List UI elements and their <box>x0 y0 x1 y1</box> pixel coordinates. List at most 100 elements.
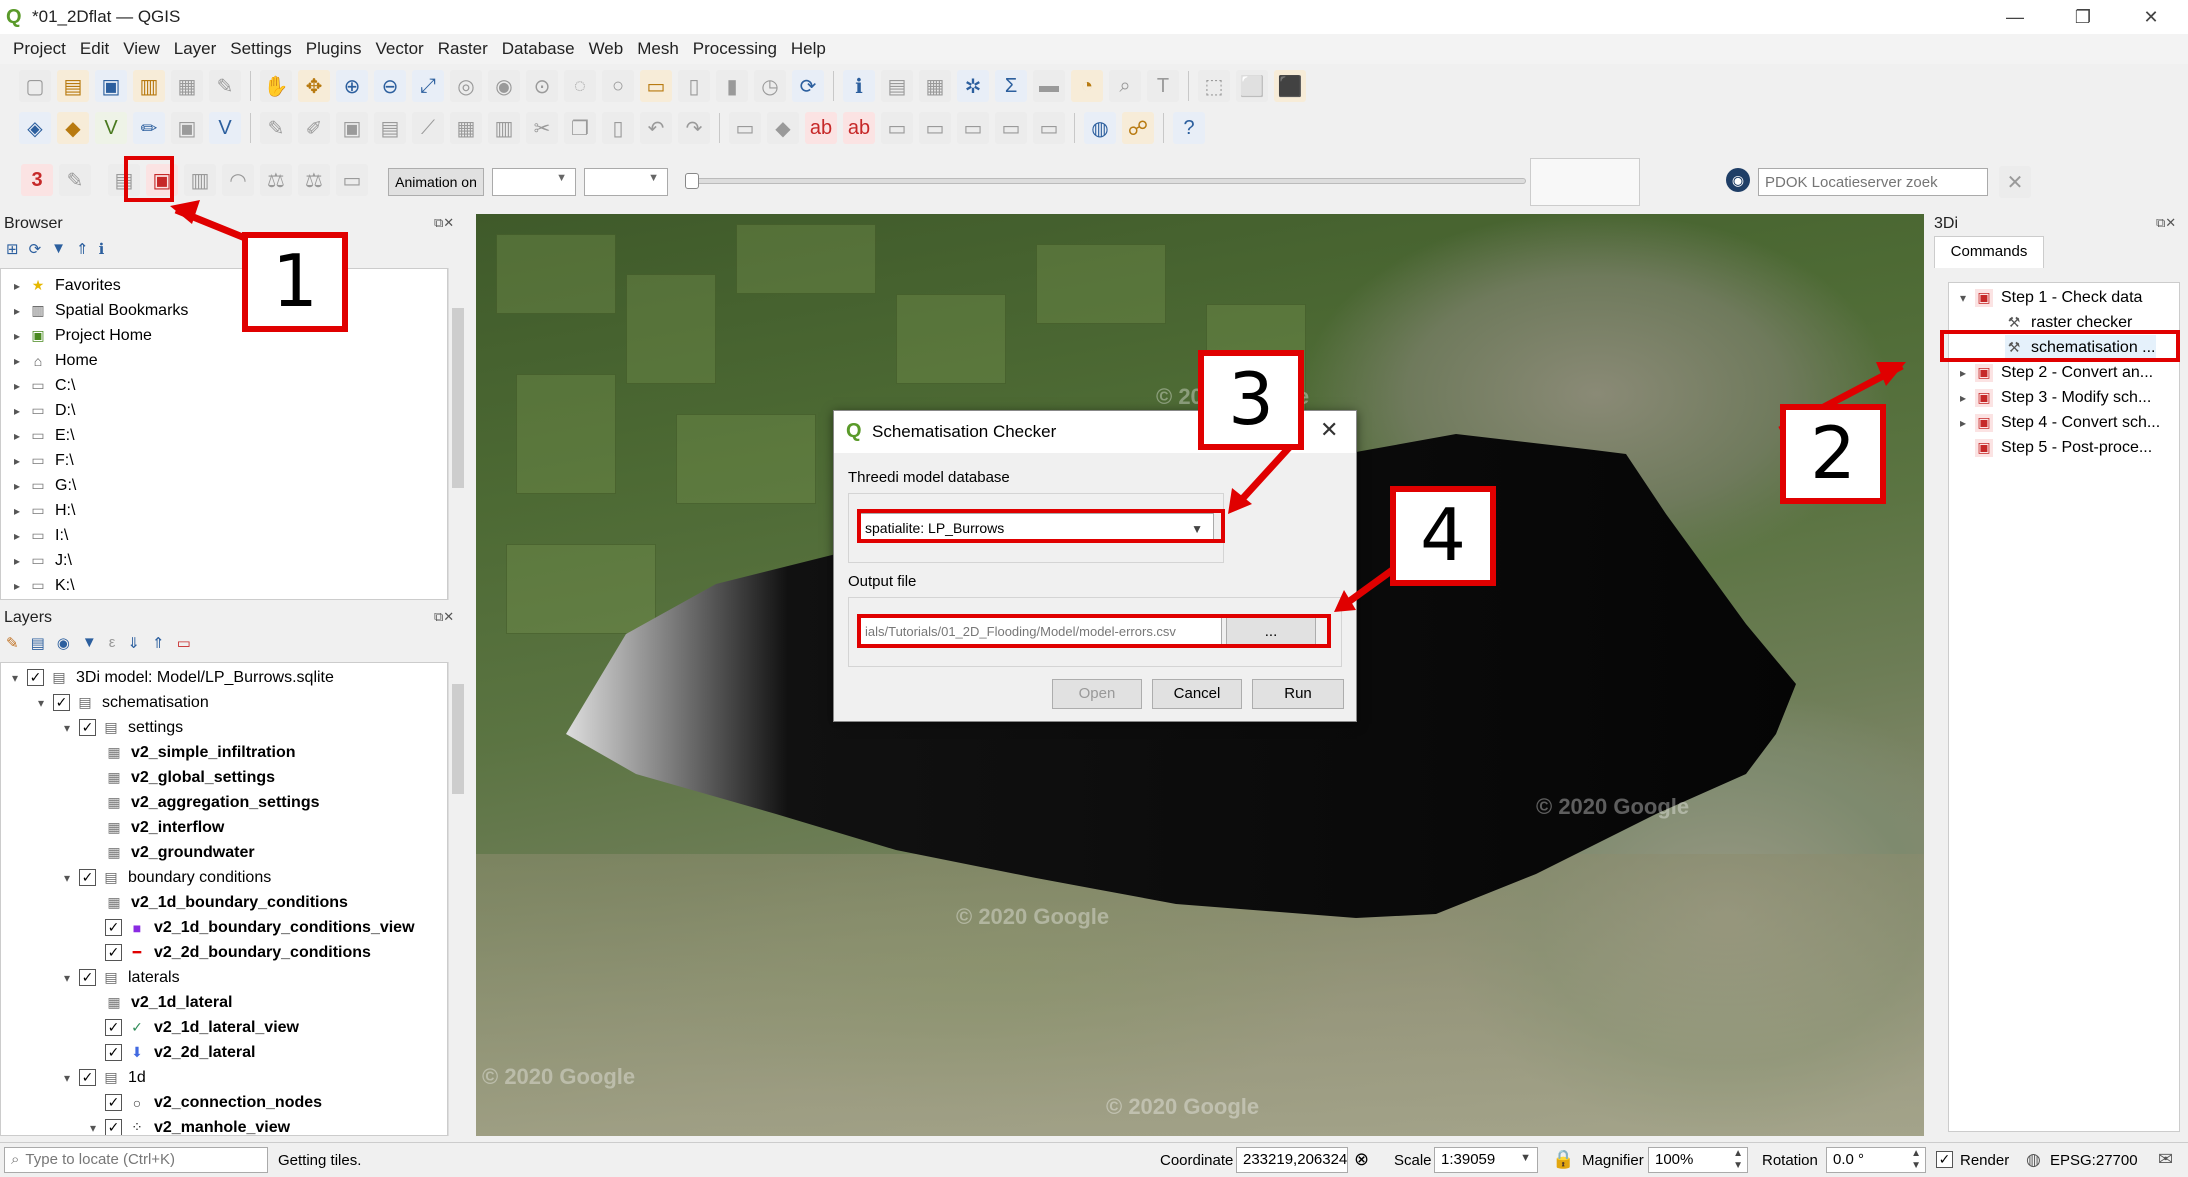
label-tool-icon[interactable]: ▭ <box>729 112 761 144</box>
new-project-icon[interactable]: ▢ <box>19 70 51 102</box>
collapse-arrow-icon[interactable]: ▾ <box>59 871 75 885</box>
open-button[interactable]: Open <box>1052 679 1142 709</box>
magnifier-field[interactable]: 100% ▲ ▼ <box>1648 1147 1748 1173</box>
render-checkbox[interactable]: ✓ <box>1936 1151 1953 1168</box>
run-button[interactable]: Run <box>1252 679 1344 709</box>
expand-arrow-icon[interactable]: ▸ <box>9 429 25 443</box>
open-project-icon[interactable]: ▤ <box>57 70 89 102</box>
locator-input[interactable]: ⌕ Type to locate (Ctrl+K) <box>4 1147 268 1173</box>
expand-arrow-icon[interactable]: ▸ <box>9 529 25 543</box>
measure-icon[interactable]: ▬ <box>1033 70 1065 102</box>
browser-item-drive[interactable]: ▸ ▭ C:\ <box>9 373 75 398</box>
zoom-out-icon[interactable]: ⊖ <box>374 70 406 102</box>
expand-arrow-icon[interactable]: ▸ <box>9 579 25 593</box>
new-map-view-icon[interactable]: ▭ <box>640 70 672 102</box>
collapse-all-icon[interactable]: ⇑ <box>76 240 89 258</box>
layer-row[interactable]: ✓ ■ v2_1d_boundary_conditions_view <box>85 915 415 940</box>
layer-visibility-checkbox[interactable]: ✓ <box>105 1044 122 1061</box>
show-hide-labels-icon[interactable]: ▭ <box>995 112 1027 144</box>
add-group-icon[interactable]: ▤ <box>31 634 45 652</box>
layer-row[interactable]: ▦ v2_1d_boundary_conditions <box>85 890 348 915</box>
modify-attributes-icon[interactable]: ▦ <box>450 112 482 144</box>
style-icon[interactable]: ✎ <box>6 634 19 652</box>
layer-row[interactable]: ▦ v2_1d_lateral <box>85 990 232 1015</box>
help-icon[interactable]: ? <box>1173 112 1205 144</box>
scrollbar-thumb[interactable] <box>452 308 464 488</box>
scale-field[interactable]: 1:39059 ▼ <box>1434 1147 1538 1173</box>
add-feature-icon[interactable]: ▤ <box>374 112 406 144</box>
scrollbar-thumb[interactable] <box>452 684 464 794</box>
layer-row[interactable]: ▾ ✓ ⁘ v2_manhole_view <box>85 1115 290 1135</box>
attribute-table-icon[interactable]: ▤ <box>881 70 913 102</box>
rotation-field[interactable]: 0.0 ° ▲ ▼ <box>1826 1147 1926 1173</box>
menu-help[interactable]: Help <box>784 39 833 59</box>
add-virtual-layer-icon[interactable]: V <box>209 112 241 144</box>
threedi-tool-icon[interactable]: ✎ <box>59 164 91 196</box>
coordinate-field[interactable]: 233219,206324 <box>1236 1147 1348 1173</box>
browser-item-drive[interactable]: ▸ ▭ K:\ <box>9 573 75 598</box>
python-console-icon[interactable]: ☍ <box>1122 112 1154 144</box>
menu-processing[interactable]: Processing <box>686 39 784 59</box>
browser-item-bookmarks[interactable]: ▸ ▥ Spatial Bookmarks <box>9 298 188 323</box>
bookmark-icon[interactable]: ▯ <box>678 70 710 102</box>
redo-icon[interactable]: ↷ <box>678 112 710 144</box>
panel-float-icon[interactable]: ⧉✕ <box>434 609 454 625</box>
field-calculator-icon[interactable]: ▦ <box>919 70 951 102</box>
add-wms-icon[interactable]: ▣ <box>171 112 203 144</box>
remove-layer-icon[interactable]: ▭ <box>177 634 191 652</box>
temporal-controller-icon[interactable]: ◷ <box>754 70 786 102</box>
threedi-statistics-icon[interactable]: ⚖ <box>260 164 292 196</box>
change-label-icon[interactable]: ▭ <box>957 112 989 144</box>
pdok-clear-icon[interactable]: ✕ <box>1999 166 2031 198</box>
browser-scrollbar[interactable] <box>448 268 466 600</box>
layer-row[interactable]: ▦ v2_aggregation_settings <box>85 790 319 815</box>
manage-theme-icon[interactable]: ◉ <box>57 634 70 652</box>
show-bookmarks-icon[interactable]: ▮ <box>716 70 748 102</box>
restore-button[interactable]: ❐ <box>2068 4 2098 30</box>
browser-item-favorites[interactable]: ▸ ★ Favorites <box>9 273 121 298</box>
info-icon[interactable]: ℹ <box>99 240 105 258</box>
panel-float-icon[interactable]: ⧉✕ <box>434 215 454 231</box>
close-window-button[interactable]: ✕ <box>2136 4 2166 30</box>
expand-all-icon[interactable]: ⇓ <box>127 634 140 652</box>
layer-visibility-checkbox[interactable]: ✓ <box>105 919 122 936</box>
layer-row[interactable]: ▾ ✓ ▤ laterals <box>59 965 180 990</box>
collapse-arrow-icon[interactable]: ▾ <box>33 696 49 710</box>
layer-row[interactable]: ▦ v2_interflow <box>85 815 224 840</box>
save-project-icon[interactable]: ▣ <box>95 70 127 102</box>
command-step-1[interactable]: ▾ ▣ Step 1 - Check data <box>1955 285 2142 310</box>
cut-icon[interactable]: ✂ <box>526 112 558 144</box>
identify-icon[interactable]: ℹ <box>843 70 875 102</box>
browser-item-drive[interactable]: ▸ ▭ E:\ <box>9 423 75 448</box>
label-abc-icon[interactable]: ab <box>805 112 837 144</box>
text-annotation-icon[interactable]: T <box>1147 70 1179 102</box>
panel-float-icon[interactable]: ⧉✕ <box>2156 215 2176 231</box>
expand-arrow-icon[interactable]: ▸ <box>9 354 25 368</box>
command-step-4[interactable]: ▸ ▣ Step 4 - Convert sch... <box>1955 410 2160 435</box>
expand-arrow-icon[interactable]: ▸ <box>9 279 25 293</box>
layer-row[interactable]: ▾ ✓ ▤ settings <box>59 715 183 740</box>
collapse-arrow-icon[interactable]: ▾ <box>1955 291 1971 305</box>
data-source-manager-icon[interactable]: ◈ <box>19 112 51 144</box>
map-tips-icon[interactable]: ◔ <box>1071 70 1103 102</box>
menu-plugins[interactable]: Plugins <box>299 39 369 59</box>
layer-visibility-checkbox[interactable]: ✓ <box>79 869 96 886</box>
messages-icon[interactable]: ✉ <box>2158 1149 2173 1170</box>
add-selected-icon[interactable]: ⊞ <box>6 240 19 258</box>
pan-to-selection-icon[interactable]: ✥ <box>298 70 330 102</box>
collapse-arrow-icon[interactable]: ▾ <box>59 721 75 735</box>
browser-item-drive[interactable]: ▸ ▭ J:\ <box>9 548 72 573</box>
slider-handle[interactable] <box>685 173 699 189</box>
collapse-arrow-icon[interactable]: ▾ <box>85 1121 101 1135</box>
pan-icon[interactable]: ✋ <box>260 70 292 102</box>
expand-arrow-icon[interactable]: ▸ <box>9 404 25 418</box>
paste-icon[interactable]: ▯ <box>602 112 634 144</box>
command-step-5[interactable]: ▣ Step 5 - Post-proce... <box>1955 435 2152 460</box>
animation-toggle-button[interactable]: Animation on <box>388 168 484 196</box>
style-manager-icon[interactable]: ✎ <box>209 70 241 102</box>
crs-label[interactable]: EPSG:27700 <box>2050 1152 2138 1169</box>
layer-visibility-checkbox[interactable]: ✓ <box>27 669 44 686</box>
toggle-extents-icon[interactable]: ⊗ <box>1354 1149 1369 1170</box>
pdok-search-input[interactable] <box>1758 168 1988 196</box>
collapse-all-icon[interactable]: ⇑ <box>152 634 165 652</box>
